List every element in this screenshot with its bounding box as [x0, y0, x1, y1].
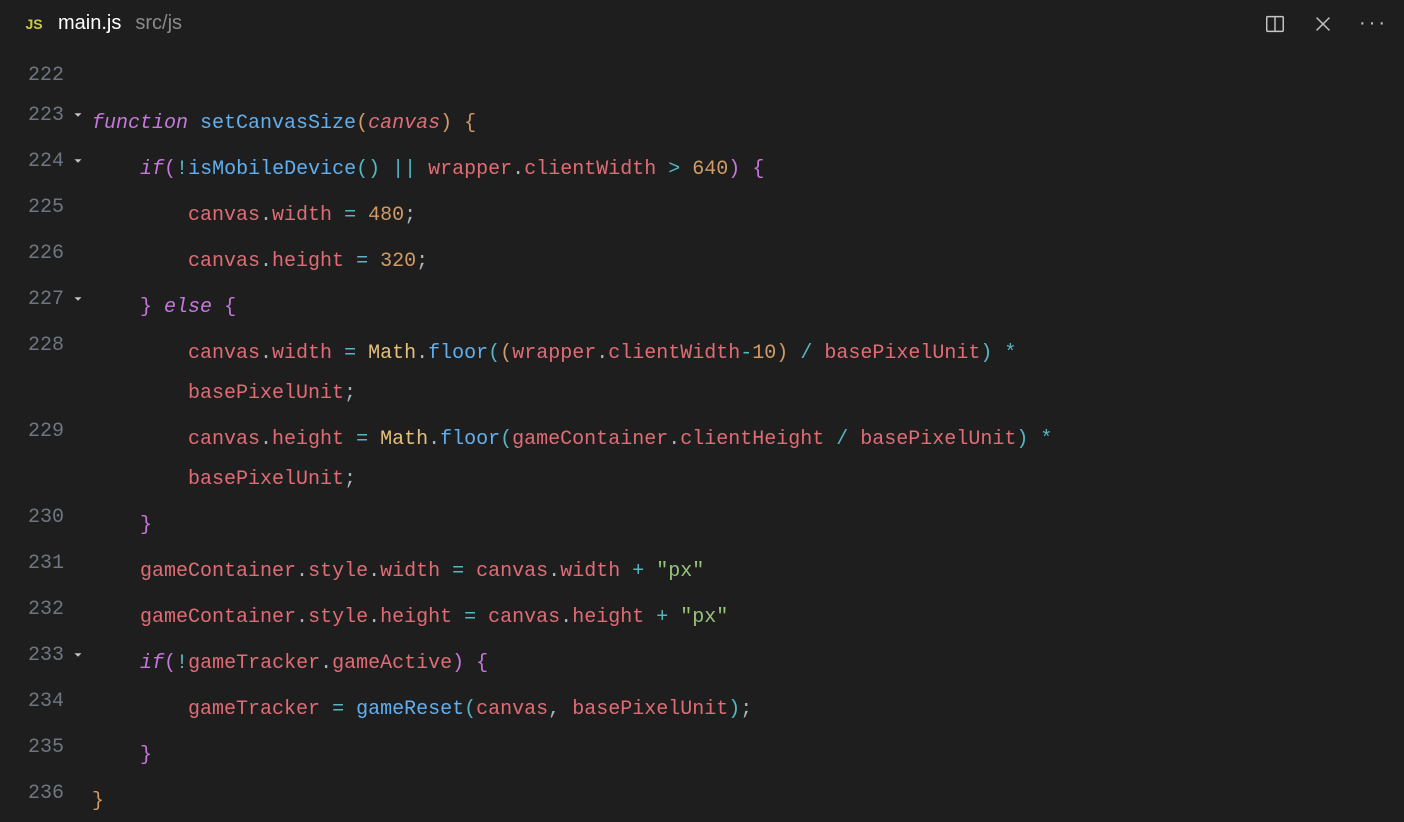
line-number: 234: [0, 684, 64, 713]
code-content: canvas.width = Math.floor((wrapper.clien…: [92, 328, 1028, 414]
line-number: 224: [0, 144, 64, 173]
fold-toggle-icon[interactable]: [64, 98, 92, 122]
code-content: gameTracker = gameReset(canvas, basePixe…: [92, 684, 752, 730]
code-content: gameContainer.style.height = canvas.heig…: [92, 592, 728, 638]
code-line: 222: [0, 58, 1404, 98]
code-line: 234 gameTracker = gameReset(canvas, base…: [0, 684, 1404, 730]
code-editor[interactable]: 222 223 function setCanvasSize(canvas) {…: [0, 48, 1404, 822]
tab-path: src/js: [135, 12, 182, 35]
close-icon[interactable]: [1311, 12, 1335, 36]
code-content: }: [92, 776, 104, 822]
code-line: 224 if(!isMobileDevice() || wrapper.clie…: [0, 144, 1404, 190]
line-number: 227: [0, 282, 64, 311]
code-content: canvas.width = 480;: [92, 190, 416, 236]
code-line: 225 canvas.width = 480;: [0, 190, 1404, 236]
js-file-icon: JS: [20, 10, 48, 38]
code-line: 226 canvas.height = 320;: [0, 236, 1404, 282]
code-line: 236 }: [0, 776, 1404, 822]
editor-tabbar: JS main.js src/js ···: [0, 0, 1404, 48]
line-number: 223: [0, 98, 64, 127]
code-content: if(!isMobileDevice() || wrapper.clientWi…: [92, 144, 764, 190]
code-line: 232 gameContainer.style.height = canvas.…: [0, 592, 1404, 638]
code-line: 228 canvas.width = Math.floor((wrapper.c…: [0, 328, 1404, 414]
fold-gutter: [64, 328, 92, 338]
fold-toggle-icon[interactable]: [64, 144, 92, 168]
code-line: 235 }: [0, 730, 1404, 776]
fold-toggle-icon[interactable]: [64, 638, 92, 662]
fold-toggle-icon[interactable]: [64, 282, 92, 306]
code-content: }: [92, 730, 152, 776]
code-line: 229 canvas.height = Math.floor(gameConta…: [0, 414, 1404, 500]
line-number: 233: [0, 638, 64, 667]
code-content: function setCanvasSize(canvas) {: [92, 98, 476, 144]
code-line: 231 gameContainer.style.width = canvas.w…: [0, 546, 1404, 592]
line-number: 235: [0, 730, 64, 759]
line-number: 228: [0, 328, 64, 357]
code-line: 227 } else {: [0, 282, 1404, 328]
more-actions-icon[interactable]: ···: [1359, 12, 1388, 35]
line-number: 232: [0, 592, 64, 621]
line-number: 229: [0, 414, 64, 443]
code-content: gameContainer.style.width = canvas.width…: [92, 546, 704, 592]
fold-gutter: [64, 730, 92, 740]
fold-gutter: [64, 58, 92, 68]
line-number: 222: [0, 58, 64, 87]
code-content: } else {: [92, 282, 236, 328]
split-editor-icon[interactable]: [1263, 12, 1287, 36]
code-content: canvas.height = Math.floor(gameContainer…: [92, 414, 1064, 500]
fold-gutter: [64, 684, 92, 694]
fold-gutter: [64, 236, 92, 246]
code-content: }: [92, 500, 152, 546]
fold-gutter: [64, 546, 92, 556]
fold-gutter: [64, 776, 92, 786]
tab-filename: main.js: [58, 12, 121, 35]
line-number: 236: [0, 776, 64, 805]
file-tab[interactable]: JS main.js src/js: [20, 0, 196, 47]
code-content: if(!gameTracker.gameActive) {: [92, 638, 488, 684]
line-number: 225: [0, 190, 64, 219]
code-content: canvas.height = 320;: [92, 236, 428, 282]
code-line: 233 if(!gameTracker.gameActive) {: [0, 638, 1404, 684]
fold-gutter: [64, 414, 92, 424]
line-number: 230: [0, 500, 64, 529]
fold-gutter: [64, 592, 92, 602]
code-line: 223 function setCanvasSize(canvas) {: [0, 98, 1404, 144]
tab-actions: ···: [1263, 0, 1388, 47]
fold-gutter: [64, 500, 92, 510]
line-number: 231: [0, 546, 64, 575]
line-number: 226: [0, 236, 64, 265]
code-line: 230 }: [0, 500, 1404, 546]
fold-gutter: [64, 190, 92, 200]
